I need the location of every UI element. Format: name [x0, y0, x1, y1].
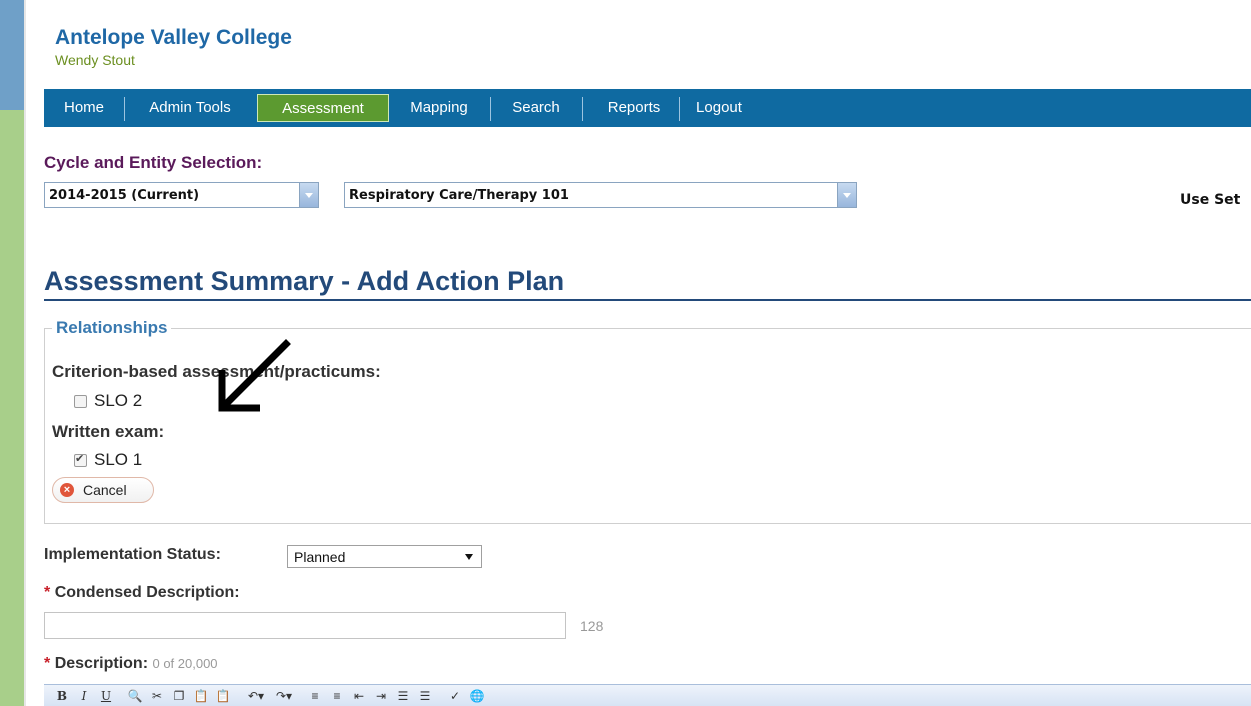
college-name: Antelope Valley College: [55, 26, 292, 49]
condensed-desc-text: Condensed Description:: [54, 584, 240, 601]
header: Antelope Valley College Wendy Stout: [55, 26, 292, 68]
chevron-down-icon[interactable]: [299, 183, 318, 207]
relationships-legend: Relationships: [52, 318, 172, 338]
underline-button[interactable]: U: [98, 687, 114, 705]
required-mark: *: [44, 655, 51, 672]
annotation-arrow-icon: [218, 339, 291, 412]
dropdown-arrow-icon: [465, 554, 473, 560]
nav-separator: [490, 97, 491, 121]
bullet-list-icon[interactable]: ☰: [416, 687, 434, 705]
left-decor-strip: [0, 0, 26, 706]
nav-separator: [582, 97, 583, 121]
description-count: 0 of 20,000: [152, 656, 218, 671]
entity-select[interactable]: Respiratory Care/Therapy 101: [344, 182, 857, 208]
cycle-select[interactable]: 2014-2015 (Current): [44, 182, 319, 208]
condensed-char-count: 128: [580, 618, 604, 634]
page-title: Assessment Summary - Add Action Plan: [44, 266, 565, 296]
cycle-select-value: 2014-2015 (Current): [49, 188, 200, 203]
slo2-checkbox[interactable]: [74, 395, 87, 408]
condensed-desc-label: * Condensed Description:: [44, 584, 240, 602]
required-mark: *: [44, 584, 51, 601]
nav-logout[interactable]: Logout: [684, 94, 754, 122]
cancel-label: Cancel: [83, 482, 127, 498]
user-name: Wendy Stout: [55, 52, 135, 68]
cancel-button[interactable]: × Cancel: [52, 477, 154, 503]
indent-icon[interactable]: ⇥: [372, 687, 390, 705]
editor-toolbar: B I U 🔍 ✂ ❐ 📋 📋 ↶▾ ↷▾ ≡ ≡ ⇤ ⇥ ☰ ☰ ✓ 🌐: [44, 684, 1251, 706]
undo-icon[interactable]: ↶▾: [244, 687, 268, 705]
nav-separator: [124, 97, 125, 121]
description-text: Description:: [54, 655, 149, 672]
chevron-down-icon[interactable]: [837, 183, 856, 207]
left-strip-edge: [24, 0, 26, 706]
align-center-icon[interactable]: ≡: [328, 687, 346, 705]
written-exam-group-label: Written exam:: [52, 422, 165, 441]
nav-separator: [679, 97, 680, 121]
nav-search[interactable]: Search: [498, 94, 574, 122]
impl-status-label: Implementation Status:: [44, 546, 221, 563]
outdent-icon[interactable]: ⇤: [350, 687, 368, 705]
link-icon[interactable]: 🌐: [468, 687, 486, 705]
nav-admin-tools[interactable]: Admin Tools: [128, 94, 252, 122]
ordered-list-icon[interactable]: ☰: [394, 687, 412, 705]
slo2-label[interactable]: SLO 2: [94, 391, 142, 411]
main-nav: Home Admin Tools Assessment Mapping Sear…: [44, 89, 1251, 127]
paste-icon[interactable]: 📋: [192, 687, 210, 705]
close-circle-icon: ×: [60, 483, 74, 497]
nav-home[interactable]: Home: [50, 94, 118, 122]
nav-mapping[interactable]: Mapping: [396, 94, 482, 122]
spellcheck-icon[interactable]: ✓: [446, 687, 464, 705]
impl-status-value: Planned: [294, 549, 346, 565]
slo1-checkbox[interactable]: [74, 452, 87, 467]
italic-button[interactable]: I: [76, 687, 92, 705]
nav-assessment[interactable]: Assessment: [257, 94, 389, 122]
impl-status-select[interactable]: Planned: [287, 545, 482, 568]
left-strip-blue: [0, 0, 26, 110]
condensed-desc-input[interactable]: [44, 612, 566, 639]
paste-text-icon[interactable]: 📋: [214, 687, 232, 705]
slo1-label[interactable]: SLO 1: [94, 450, 142, 470]
use-settings-link[interactable]: Use Set: [1180, 192, 1240, 208]
find-icon[interactable]: 🔍: [126, 687, 144, 705]
copy-icon[interactable]: ❐: [170, 687, 188, 705]
cycle-entity-label: Cycle and Entity Selection:: [44, 153, 263, 172]
title-divider: [44, 299, 1251, 301]
redo-icon[interactable]: ↷▾: [272, 687, 296, 705]
cut-icon[interactable]: ✂: [148, 687, 166, 705]
nav-reports[interactable]: Reports: [590, 94, 678, 122]
description-label: * Description: 0 of 20,000: [44, 655, 218, 673]
align-left-icon[interactable]: ≡: [306, 687, 324, 705]
entity-select-value: Respiratory Care/Therapy 101: [349, 188, 569, 203]
bold-button[interactable]: B: [54, 687, 70, 705]
